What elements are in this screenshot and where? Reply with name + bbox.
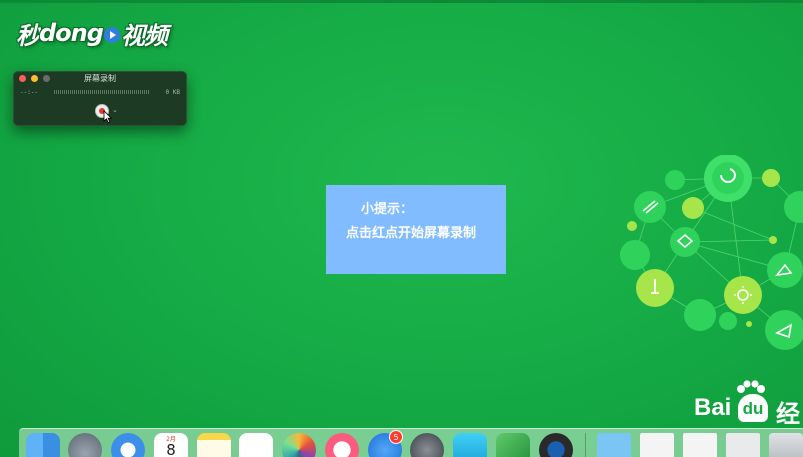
watermark-text-mid: dong xyxy=(39,19,104,47)
document-icon[interactable] xyxy=(640,433,674,457)
watermark-text-pre: 秒 xyxy=(16,21,40,50)
audio-level-meter xyxy=(54,90,150,94)
reminders-icon[interactable] xyxy=(239,433,273,457)
mouse-cursor-icon xyxy=(103,110,113,124)
facetime-icon[interactable] xyxy=(453,433,487,457)
photos-icon[interactable] xyxy=(282,433,316,457)
watermark-text-post: 视频 xyxy=(120,21,168,50)
folder-icon[interactable] xyxy=(597,433,631,457)
launchpad-icon[interactable] xyxy=(68,433,102,457)
finder-icon[interactable] xyxy=(26,433,60,457)
recorder-title: 屏幕录制 xyxy=(84,74,116,83)
calendar-day: 8 xyxy=(166,441,176,457)
quicktime-icon[interactable] xyxy=(539,433,573,457)
tip-title: 小提示： xyxy=(361,202,414,217)
document-icon[interactable] xyxy=(683,433,717,457)
baidu-paw-text: du xyxy=(738,394,768,422)
itunes-icon[interactable] xyxy=(325,433,359,457)
recording-file-size: 0 KB xyxy=(165,88,180,96)
miaodong-watermark-logo: 秒 dong 视频 xyxy=(16,16,168,50)
dock-separator xyxy=(585,433,586,457)
system-preferences-icon[interactable] xyxy=(410,433,444,457)
trash-icon[interactable] xyxy=(769,433,803,457)
baidu-logo-text: Bai xyxy=(694,394,732,421)
notes-icon[interactable] xyxy=(197,433,231,457)
screen-top-edge xyxy=(0,0,803,3)
decorative-network-graphic xyxy=(620,155,803,350)
play-icon xyxy=(103,27,120,43)
safari-icon[interactable] xyxy=(111,433,145,457)
tip-body: 点击红点开始屏幕录制 xyxy=(346,226,477,241)
dock: 2月 8 xyxy=(19,428,803,457)
recorder-titlebar[interactable]: 屏幕录制 xyxy=(14,72,186,86)
window-icon[interactable] xyxy=(726,433,760,457)
app-store-badge: 5 xyxy=(389,430,403,444)
app-icon[interactable] xyxy=(496,433,530,457)
calendar-icon[interactable]: 2月 8 xyxy=(154,433,188,457)
recorder-status-row: --:-- 0 KB xyxy=(20,88,180,96)
baidu-logo: Bai du 经 xyxy=(694,380,803,428)
tip-box: 小提示： 点击红点开始屏幕录制 xyxy=(326,185,506,274)
baidu-suffix: 经 xyxy=(776,400,800,428)
screen-recording-window[interactable]: 屏幕录制 --:-- 0 KB ⌄ xyxy=(13,71,187,126)
recording-time: --:-- xyxy=(20,88,39,96)
